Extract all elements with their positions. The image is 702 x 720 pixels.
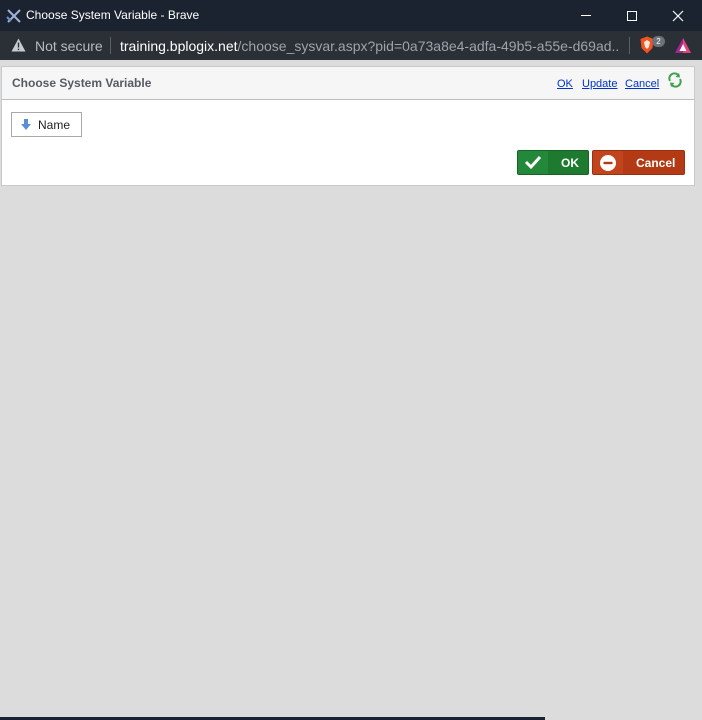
checkmark-icon	[524, 155, 542, 170]
ok-icon-area	[518, 151, 548, 174]
close-button[interactable]	[655, 0, 701, 31]
shield-count-badge: 2	[652, 36, 665, 47]
divider	[629, 37, 630, 54]
url-host: training.bplogix.net	[120, 38, 238, 54]
url-path: /choose_sysvar.aspx?pid=0a73a8e4-adfa-49…	[237, 38, 620, 54]
choose-system-variable-dialog: Choose System Variable OK Update Cancel …	[1, 66, 695, 186]
ok-button[interactable]: OK	[517, 150, 589, 175]
header-ok-link[interactable]: OK	[557, 78, 573, 90]
security-label[interactable]: Not secure	[35, 38, 103, 54]
brave-x-icon	[6, 9, 21, 23]
header-cancel-link[interactable]: Cancel	[625, 78, 659, 90]
dialog-title: Choose System Variable	[12, 76, 152, 90]
cancel-button[interactable]: Cancel	[592, 150, 685, 175]
window-title: Choose System Variable - Brave	[26, 8, 200, 22]
cancel-button-label: Cancel	[636, 156, 676, 170]
minimize-button[interactable]	[563, 0, 609, 31]
name-column-label: Name	[38, 118, 71, 132]
sort-down-arrow-icon	[21, 119, 31, 130]
minus-circle-icon	[600, 155, 616, 171]
window-titlebar[interactable]: Choose System Variable - Brave	[0, 0, 702, 31]
maximize-icon	[627, 10, 637, 21]
close-icon	[672, 10, 684, 21]
minimize-icon	[581, 15, 591, 16]
name-column-header[interactable]: Name	[11, 112, 82, 137]
divider	[110, 37, 111, 54]
brave-rewards-icon[interactable]	[674, 37, 692, 54]
address-bar[interactable]: Not secure training.bplogix.net/choose_s…	[0, 31, 702, 60]
url-field[interactable]: training.bplogix.net/choose_sysvar.aspx?…	[120, 38, 620, 54]
warning-icon[interactable]	[11, 38, 26, 52]
ok-button-label: OK	[561, 156, 579, 170]
cancel-icon-area	[593, 151, 623, 174]
header-update-link[interactable]: Update	[582, 78, 617, 90]
maximize-button[interactable]	[609, 0, 655, 31]
refresh-icon[interactable]	[667, 72, 683, 88]
dialog-header: Choose System Variable OK Update Cancel	[2, 67, 694, 100]
